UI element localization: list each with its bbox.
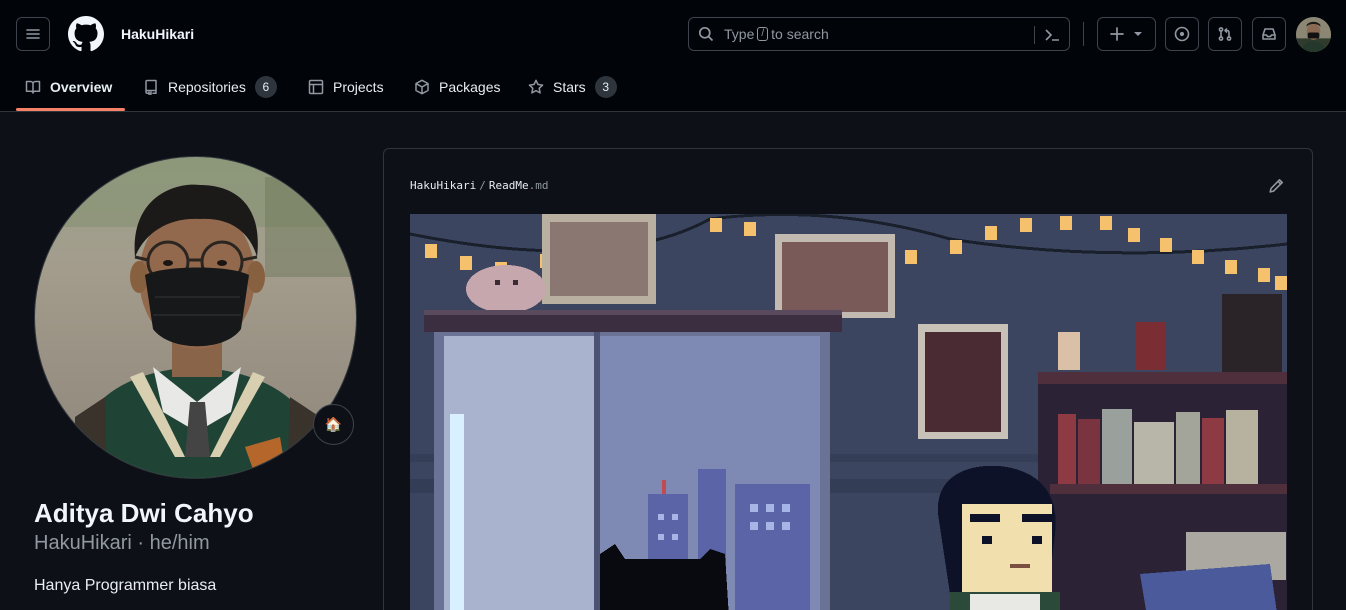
readme-pixel-art-image bbox=[410, 214, 1287, 610]
tab-stars-label: Stars bbox=[553, 79, 586, 95]
tab-repositories[interactable]: Repositories 6 bbox=[143, 74, 277, 100]
chevron-down-icon bbox=[1134, 32, 1142, 36]
house-emoji-icon: 🏠 bbox=[324, 416, 343, 432]
tab-projects-label: Projects bbox=[333, 79, 384, 95]
inbox-button[interactable] bbox=[1252, 17, 1286, 51]
profile-photo[interactable] bbox=[34, 156, 357, 479]
avatar bbox=[1296, 17, 1331, 52]
create-new-button[interactable] bbox=[1097, 17, 1156, 51]
tab-stars[interactable]: Stars 3 bbox=[528, 74, 617, 100]
readme-owner-link[interactable]: HakuHikari bbox=[410, 179, 476, 192]
profile-full-name: Aditya Dwi Cahyo bbox=[34, 498, 254, 528]
github-logo-icon[interactable] bbox=[68, 16, 104, 52]
inbox-icon bbox=[1262, 28, 1276, 40]
tab-projects[interactable]: Projects bbox=[308, 74, 384, 100]
menu-button[interactable] bbox=[16, 17, 50, 51]
tab-repositories-label: Repositories bbox=[168, 79, 246, 95]
user-avatar-button[interactable] bbox=[1296, 17, 1331, 52]
stars-count-badge: 3 bbox=[594, 76, 617, 98]
search-icon bbox=[698, 26, 714, 42]
edit-readme-button[interactable] bbox=[1268, 178, 1286, 196]
pencil-icon bbox=[1269, 179, 1283, 193]
readme-card: HakuHikari / ReadMe.md bbox=[383, 148, 1313, 610]
repositories-count-badge: 6 bbox=[254, 76, 277, 98]
tab-overview-label: Overview bbox=[50, 79, 113, 95]
repo-icon bbox=[145, 79, 157, 95]
active-tab-indicator bbox=[16, 108, 125, 111]
table-icon bbox=[308, 79, 324, 95]
context-username-link[interactable]: HakuHikari bbox=[121, 26, 194, 42]
tab-packages[interactable]: Packages bbox=[414, 74, 500, 100]
global-header: HakuHikari Type / to search Overview Rep… bbox=[0, 0, 1346, 112]
profile-bio: Hanya Programmer biasa bbox=[34, 577, 217, 594]
search-shortcut-key: / bbox=[757, 27, 769, 41]
search-input[interactable]: Type / to search bbox=[688, 17, 1070, 51]
plus-icon bbox=[1110, 27, 1124, 41]
tab-overview[interactable]: Overview bbox=[25, 74, 112, 100]
pull-requests-button[interactable] bbox=[1208, 17, 1242, 51]
readme-breadcrumb: HakuHikari / ReadMe.md bbox=[410, 179, 549, 192]
readme-file-link[interactable]: ReadMe.md bbox=[489, 179, 549, 192]
profile-login-pronouns: HakuHikari · he/him bbox=[34, 532, 210, 554]
tab-packages-label: Packages bbox=[439, 79, 501, 95]
star-icon bbox=[528, 79, 544, 94]
status-emoji-button[interactable]: 🏠 bbox=[313, 404, 354, 445]
command-palette-icon[interactable] bbox=[1043, 26, 1061, 44]
search-divider bbox=[1034, 26, 1035, 44]
header-divider bbox=[1083, 22, 1084, 46]
pull-request-icon bbox=[1218, 27, 1232, 41]
hamburger-icon bbox=[26, 29, 40, 39]
issues-button[interactable] bbox=[1165, 17, 1199, 51]
issues-icon bbox=[1174, 26, 1190, 42]
search-placeholder: Type / to search bbox=[724, 26, 829, 42]
book-icon bbox=[25, 80, 41, 94]
package-icon bbox=[415, 79, 429, 95]
